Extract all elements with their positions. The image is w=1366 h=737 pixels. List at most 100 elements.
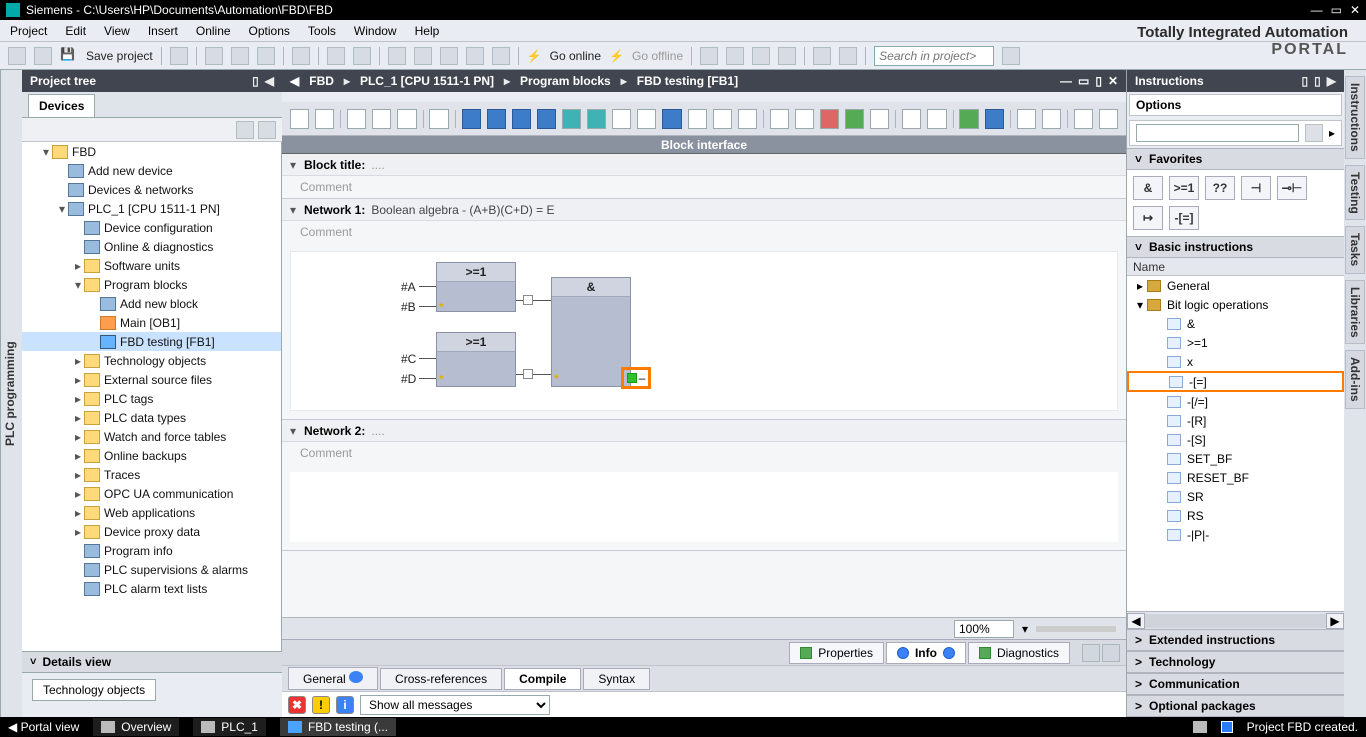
tree-row[interactable]: ▸Watch and force tables: [22, 427, 281, 446]
network-2-comment[interactable]: Comment: [282, 442, 1126, 464]
instruction-row[interactable]: -[R]: [1127, 411, 1344, 430]
vtab-tasks[interactable]: Tasks: [1345, 226, 1365, 273]
btabs-layout-icon[interactable]: [1082, 644, 1100, 662]
menu-options[interactable]: Options: [249, 24, 290, 38]
pin-icon[interactable]: ▯: [252, 74, 259, 88]
tree-row[interactable]: ▾FBD: [22, 142, 281, 161]
et-icon[interactable]: [959, 109, 978, 129]
et-icon[interactable]: [845, 109, 864, 129]
search-input[interactable]: [874, 46, 994, 66]
instruction-row[interactable]: RS: [1127, 506, 1344, 525]
et-icon[interactable]: [1099, 109, 1118, 129]
gate-and[interactable]: &: [551, 277, 631, 387]
warning-filter-icon[interactable]: !: [312, 696, 330, 714]
fbd-diagram[interactable]: >=1 >=1 & #A #B #C #D * * *: [290, 251, 1118, 411]
split-v-icon[interactable]: [839, 47, 857, 65]
favorite-button[interactable]: ⊸⊢: [1277, 176, 1307, 200]
left-vtab[interactable]: PLC programming: [0, 70, 22, 717]
tree-row[interactable]: Online & diagnostics: [22, 237, 281, 256]
et-icon[interactable]: [462, 109, 481, 129]
footer-tab-plc[interactable]: PLC_1: [193, 718, 266, 736]
instruction-row[interactable]: RESET_BF: [1127, 468, 1344, 487]
et-icon[interactable]: [290, 109, 309, 129]
et-icon[interactable]: [637, 109, 656, 129]
favorites-header[interactable]: ˅Favorites: [1127, 148, 1344, 170]
favorite-button[interactable]: ??: [1205, 176, 1235, 200]
copy-icon[interactable]: [231, 47, 249, 65]
et-icon[interactable]: [770, 109, 789, 129]
et-icon[interactable]: [487, 109, 506, 129]
connection-pin[interactable]: [523, 295, 533, 305]
et-icon[interactable]: [372, 109, 391, 129]
block-title-comment[interactable]: Comment: [282, 176, 1126, 198]
redo-icon[interactable]: [353, 47, 371, 65]
menu-edit[interactable]: Edit: [65, 24, 86, 38]
tree-row[interactable]: ▸External source files: [22, 370, 281, 389]
vtab-instructions[interactable]: Instructions: [1345, 76, 1365, 159]
crumb-1[interactable]: PLC_1 [CPU 1511-1 PN]: [360, 74, 494, 88]
download-icon[interactable]: [388, 47, 406, 65]
favorite-button[interactable]: -[=]: [1169, 206, 1199, 230]
go-offline-icon[interactable]: ⚡: [609, 49, 624, 63]
portal-view-toggle[interactable]: ◀ Portal view: [8, 720, 79, 734]
subtab-syntax[interactable]: Syntax: [583, 668, 650, 690]
et-icon[interactable]: [612, 109, 631, 129]
crumb-collapse-icon[interactable]: ◀: [290, 74, 299, 88]
crumb-0[interactable]: FBD: [309, 74, 334, 88]
crumb-2[interactable]: Program blocks: [520, 74, 611, 88]
favorite-button[interactable]: &: [1133, 176, 1163, 200]
footer-tab-fbd[interactable]: FBD testing (...: [280, 718, 396, 736]
editor-restore-icon[interactable]: ▭: [1078, 74, 1089, 88]
btabs-collapse-icon[interactable]: [1102, 644, 1120, 662]
tree-row[interactable]: ▾PLC_1 [CPU 1511-1 PN]: [22, 199, 281, 218]
tree-row[interactable]: FBD testing [FB1]: [22, 332, 281, 351]
search-go-icon[interactable]: [1002, 47, 1020, 65]
go-online-icon[interactable]: ⚡: [527, 49, 542, 63]
network-1-header[interactable]: ▾Network 1:Boolean algebra - (A+B)(C+D) …: [282, 199, 1126, 221]
tb-icon-4[interactable]: [778, 47, 796, 65]
et-icon[interactable]: [562, 109, 581, 129]
et-icon[interactable]: [397, 109, 416, 129]
instruction-row[interactable]: -[=]: [1127, 371, 1344, 392]
tree-row[interactable]: ▸Web applications: [22, 503, 281, 522]
right-layout-icon[interactable]: ▯: [1302, 74, 1309, 88]
et-icon[interactable]: [662, 109, 681, 129]
menu-tools[interactable]: Tools: [308, 24, 336, 38]
instruction-row[interactable]: >=1: [1127, 333, 1344, 352]
et-icon[interactable]: [429, 109, 448, 129]
acc-optional[interactable]: ˃Optional packages: [1127, 695, 1344, 717]
acc-extended[interactable]: ˃Extended instructions: [1127, 629, 1344, 651]
et-icon[interactable]: [347, 109, 366, 129]
instruction-row[interactable]: -[/=]: [1127, 392, 1344, 411]
tb-icon-1[interactable]: [700, 47, 718, 65]
paste-icon[interactable]: [257, 47, 275, 65]
info-filter-icon[interactable]: i: [336, 696, 354, 714]
tree-row[interactable]: ▾Program blocks: [22, 275, 281, 294]
tree-row[interactable]: Program info: [22, 541, 281, 560]
favorite-button[interactable]: >=1: [1169, 176, 1199, 200]
et-icon[interactable]: [1017, 109, 1036, 129]
subtab-xref[interactable]: Cross-references: [380, 668, 502, 690]
save-icon[interactable]: 💾: [60, 47, 78, 65]
acc-technology[interactable]: ˃Technology: [1127, 651, 1344, 673]
et-icon[interactable]: [738, 109, 757, 129]
et-icon[interactable]: [315, 109, 334, 129]
tree-row[interactable]: Add new device: [22, 161, 281, 180]
tree-row[interactable]: Main [OB1]: [22, 313, 281, 332]
et-icon[interactable]: [870, 109, 889, 129]
zoom-input[interactable]: [954, 620, 1014, 638]
subtab-general[interactable]: General: [288, 667, 378, 690]
hmi-icon[interactable]: [492, 47, 510, 65]
tree-row[interactable]: ▸Traces: [22, 465, 281, 484]
tab-devices[interactable]: Devices: [28, 94, 95, 117]
connection-pin[interactable]: [523, 369, 533, 379]
et-icon[interactable]: [688, 109, 707, 129]
et-icon[interactable]: [537, 109, 556, 129]
tree-row[interactable]: ▸Technology objects: [22, 351, 281, 370]
tb-icon-3[interactable]: [752, 47, 770, 65]
instruction-row[interactable]: SET_BF: [1127, 449, 1344, 468]
menu-help[interactable]: Help: [415, 24, 440, 38]
cut-icon[interactable]: [205, 47, 223, 65]
menu-insert[interactable]: Insert: [148, 24, 178, 38]
tree-row[interactable]: PLC supervisions & alarms: [22, 560, 281, 579]
